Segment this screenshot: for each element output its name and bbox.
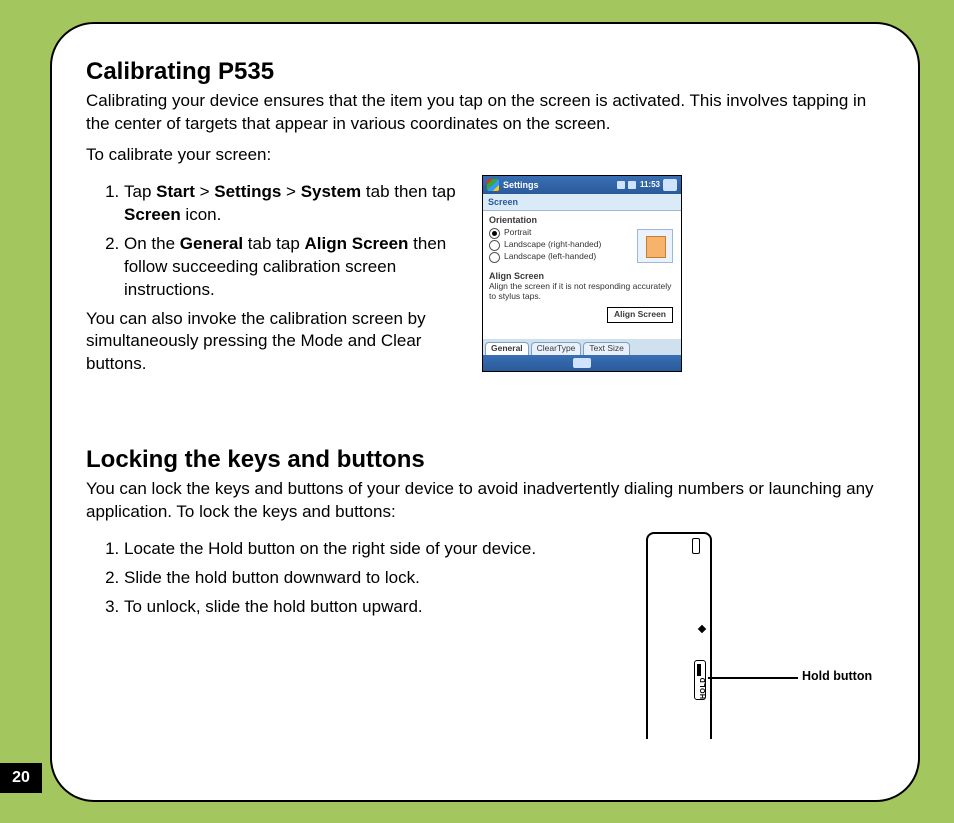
- device-tabs: General ClearType Text Size: [483, 339, 681, 355]
- path-start: Start: [156, 182, 195, 201]
- radio-landscape-left-label: Landscape (left-handed): [504, 252, 596, 262]
- device-body: Orientation Portrait Landscape (right-ha…: [483, 211, 681, 371]
- tab-general[interactable]: General: [485, 342, 529, 355]
- text: tab tap: [243, 234, 304, 253]
- volume-icon: [628, 181, 636, 189]
- text: On the: [124, 234, 180, 253]
- hold-button-label: Hold button: [802, 669, 872, 683]
- device-breadcrumb: Screen: [483, 194, 681, 211]
- calibrating-note: You can also invoke the calibration scre…: [86, 308, 466, 377]
- path-settings: Settings: [214, 182, 281, 201]
- calibrating-step-2: On the General tab tap Align Screen then…: [124, 233, 466, 302]
- radio-portrait-label: Portrait: [504, 228, 531, 238]
- locking-text-column: Locate the Hold button on the right side…: [86, 532, 616, 625]
- device-title: Settings: [503, 180, 617, 190]
- device-top-slot: [692, 538, 700, 554]
- text: tab then tap: [361, 182, 456, 201]
- hold-text-vertical: HOLD: [700, 677, 707, 699]
- text: >: [281, 182, 300, 201]
- device-indicator-icon: [698, 625, 706, 633]
- calibrating-text-column: Tap Start > Settings > System tab then t…: [86, 175, 466, 377]
- radio-icon: [489, 252, 500, 263]
- intro-locking: You can lock the keys and buttons of you…: [86, 478, 884, 524]
- device-side-illustration: HOLD Hold button: [646, 532, 876, 742]
- status-icons: [617, 181, 636, 189]
- text: Tap: [124, 182, 156, 201]
- ok-icon: [663, 179, 677, 191]
- text: >: [195, 182, 214, 201]
- section-calibrating: Calibrating P535 Calibrating your device…: [86, 58, 884, 376]
- path-system: System: [301, 182, 361, 201]
- text: icon.: [181, 205, 222, 224]
- signal-icon: [617, 181, 625, 189]
- align-screen-desc: Align the screen if it is not responding…: [489, 282, 675, 302]
- orientation-heading: Orientation: [489, 215, 675, 225]
- radio-icon: [489, 240, 500, 251]
- orientation-preview-icon: [637, 229, 673, 263]
- locking-step-2: Slide the hold button downward to lock.: [124, 567, 616, 590]
- start-icon: [487, 179, 499, 191]
- calibrating-step-1: Tap Start > Settings > System tab then t…: [124, 181, 466, 227]
- callout-line: [708, 677, 798, 679]
- align-screen-heading: Align Screen: [489, 271, 675, 281]
- device-bottom-bar: [483, 355, 681, 371]
- tab-text-size[interactable]: Text Size: [583, 342, 630, 355]
- path-screen: Screen: [124, 205, 181, 224]
- manual-page-frame: Calibrating P535 Calibrating your device…: [50, 22, 920, 802]
- heading-calibrating: Calibrating P535: [86, 58, 884, 86]
- lead-calibrating: To calibrate your screen:: [86, 144, 884, 167]
- device-titlebar: Settings 11:53: [483, 176, 681, 194]
- radio-icon: [489, 228, 500, 239]
- heading-locking: Locking the keys and buttons: [86, 446, 884, 474]
- device-outline: HOLD: [646, 532, 710, 739]
- device-screenshot-settings-screen: Settings 11:53 Screen Orientation Portra…: [482, 175, 682, 372]
- radio-landscape-right-label: Landscape (right-handed): [504, 240, 601, 250]
- align-screen-button[interactable]: Align Screen: [607, 307, 673, 323]
- locking-step-3: To unlock, slide the hold button upward.: [124, 596, 616, 619]
- path-align-screen: Align Screen: [305, 234, 409, 253]
- section-locking: Locking the keys and buttons You can loc…: [86, 446, 884, 742]
- page-number: 20: [0, 763, 42, 793]
- tab-cleartype[interactable]: ClearType: [531, 342, 582, 355]
- path-general: General: [180, 234, 243, 253]
- keyboard-icon: [573, 358, 591, 368]
- intro-calibrating: Calibrating your device ensures that the…: [86, 90, 884, 136]
- calibrating-steps: Tap Start > Settings > System tab then t…: [86, 181, 466, 302]
- locking-step-1: Locate the Hold button on the right side…: [124, 538, 616, 561]
- locking-steps: Locate the Hold button on the right side…: [86, 538, 616, 619]
- device-clock: 11:53: [640, 180, 660, 189]
